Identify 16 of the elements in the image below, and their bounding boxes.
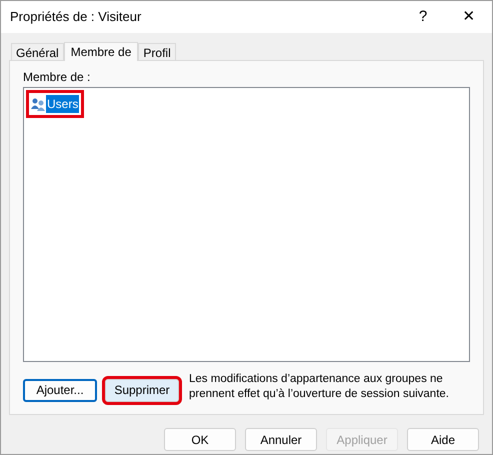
tab[interactable]: Membre de (64, 42, 138, 61)
item-label: Users (46, 95, 80, 113)
user-group-icon (31, 97, 45, 111)
tab[interactable]: Général (11, 43, 64, 60)
members-label: Membre de : (23, 71, 92, 84)
members-list[interactable]: Users (23, 87, 470, 362)
dialog-button[interactable]: Aide (407, 428, 479, 451)
dialog-button[interactable]: OK (164, 428, 236, 451)
window-title: Propriétés de : Visiteur (9, 8, 142, 26)
tab[interactable]: Profil (138, 43, 176, 60)
help-button[interactable]: ? (400, 1, 446, 33)
action-button[interactable]: Ajouter... (23, 378, 97, 402)
close-button[interactable]: ✕ (446, 1, 492, 33)
list-item[interactable]: Users (26, 90, 84, 118)
dialog-button[interactable]: Annuler (245, 428, 317, 451)
membership-note: Les modifications d’appartenance aux groupes ne prennent effet qu’à l’ouverture de session suivante. (189, 372, 449, 402)
